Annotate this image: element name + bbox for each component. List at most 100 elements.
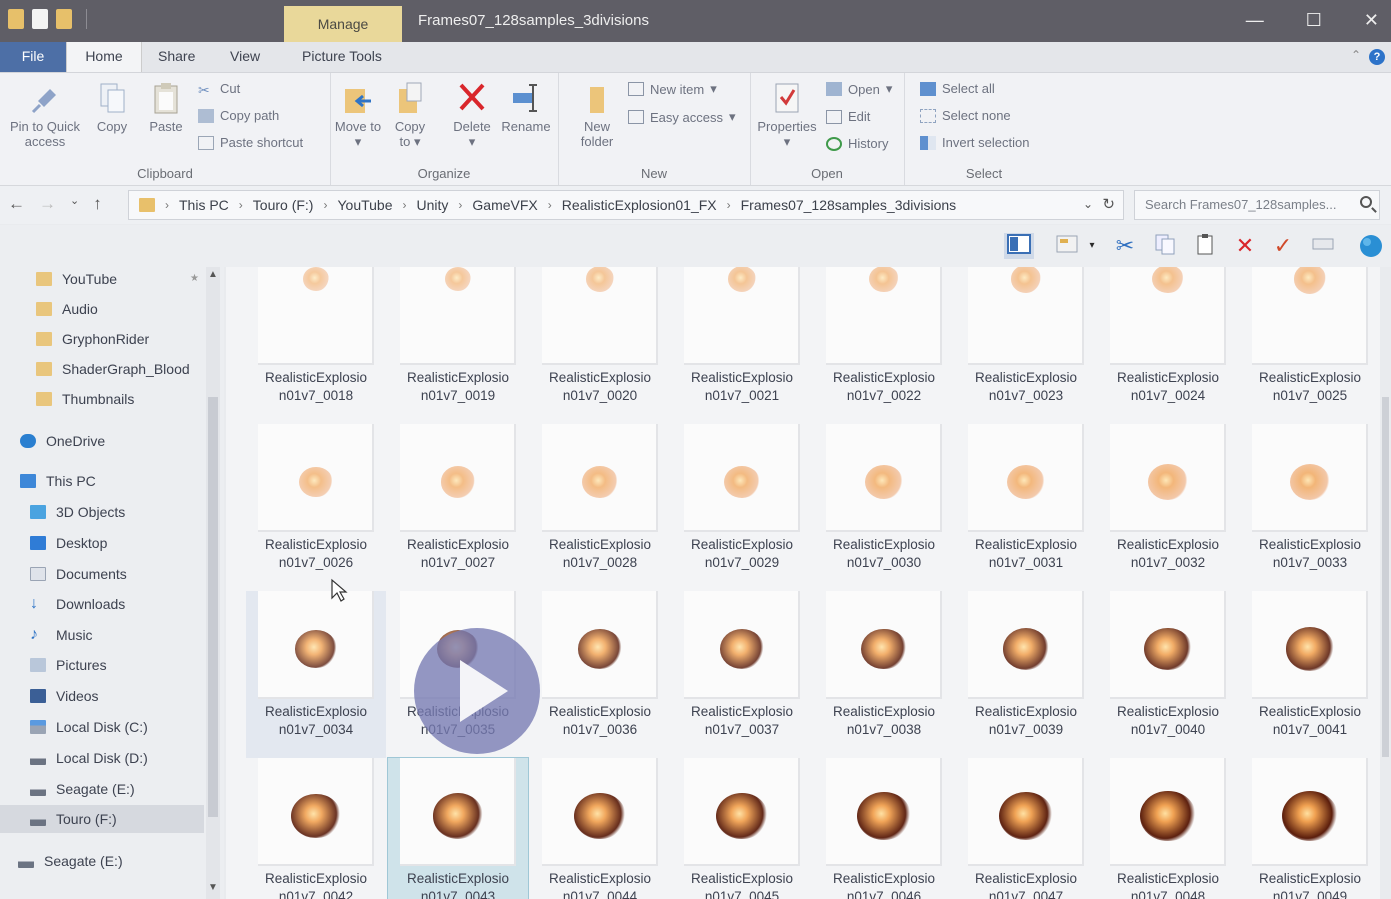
file-tile[interactable]: RealisticExplosio n01v7_0038 <box>814 591 954 758</box>
chevron-up-icon[interactable]: ⌃ <box>1351 48 1361 62</box>
chevron-right-icon[interactable]: › <box>403 198 407 212</box>
folder-icon[interactable] <box>8 9 24 29</box>
file-tile[interactable]: RealisticExplosio n01v7_0044 <box>530 758 670 899</box>
preview-pane-icon[interactable] <box>1004 233 1034 259</box>
close-icon[interactable]: ✕ <box>1364 10 1379 31</box>
properties-button[interactable]: Properties ▾ <box>752 81 822 149</box>
maximize-icon[interactable]: ☐ <box>1306 10 1322 31</box>
file-tile[interactable]: RealisticExplosio n01v7_0040 <box>1098 591 1238 758</box>
history-button[interactable]: History <box>826 136 888 151</box>
move-to-button[interactable]: Move to ▾ <box>334 81 382 149</box>
breadcrumb-gamevfx[interactable]: GameVFX <box>472 197 537 213</box>
breadcrumb-unity[interactable]: Unity <box>417 197 449 213</box>
file-tile[interactable]: RealisticExplosio n01v7_0030 <box>814 424 954 591</box>
nav-item-pictures[interactable]: Pictures <box>0 651 234 679</box>
paste-shortcut-button[interactable]: Paste shortcut <box>198 135 303 150</box>
file-tile[interactable]: RealisticExplosio n01v7_0047 <box>956 758 1096 899</box>
chevron-down-icon[interactable]: ▼ <box>208 882 218 893</box>
scrollbar-thumb[interactable] <box>1382 397 1389 757</box>
properties-icon[interactable] <box>32 9 48 29</box>
breadcrumb-frames[interactable]: Frames07_128samples_3divisions <box>741 197 957 213</box>
nav-item-desktop[interactable]: Desktop <box>0 529 234 557</box>
chevron-down-icon[interactable]: ⌄ <box>1083 197 1093 211</box>
paste-button[interactable]: Paste <box>144 81 188 134</box>
invert-selection-button[interactable]: Invert selection <box>920 135 1029 150</box>
nav-item-this-pc[interactable]: This PC <box>0 467 224 495</box>
back-arrow-icon[interactable]: ← <box>8 194 25 214</box>
address-bar[interactable]: › This PC › Touro (F:) › YouTube › Unity… <box>128 190 1124 220</box>
up-arrow-icon[interactable]: ↑ <box>93 194 102 214</box>
breadcrumb-realistic-explosion[interactable]: RealisticExplosion01_FX <box>562 197 717 213</box>
file-tile[interactable]: RealisticExplosio n01v7_0036 <box>530 591 670 758</box>
globe-icon[interactable] <box>1356 233 1386 259</box>
pin-icon[interactable]: ★ <box>190 273 199 284</box>
file-tile[interactable]: RealisticExplosio n01v7_0041 <box>1240 591 1380 758</box>
search-icon[interactable] <box>1360 196 1372 208</box>
breadcrumb-this-pc[interactable]: This PC <box>179 197 229 213</box>
file-tile[interactable]: RealisticExplosio n01v7_0029 <box>672 424 812 591</box>
tab-home[interactable]: Home <box>66 42 142 72</box>
new-item-button[interactable]: New item ▾ <box>628 81 717 97</box>
file-tile[interactable]: RealisticExplosio n01v7_0046 <box>814 758 954 899</box>
play-button[interactable] <box>414 628 540 754</box>
chevron-up-icon[interactable]: ▲ <box>208 269 218 280</box>
layout-icon[interactable] <box>1052 233 1082 259</box>
delete-icon[interactable]: ✕ <box>1230 233 1260 259</box>
file-tile[interactable]: RealisticExplosio n01v7_0039 <box>956 591 1096 758</box>
tab-picture-tools[interactable]: Picture Tools <box>302 42 382 72</box>
nav-item-thumbnails[interactable]: Thumbnails <box>0 385 240 413</box>
chevron-right-icon[interactable]: › <box>727 198 731 212</box>
file-tile[interactable]: RealisticExplosio n01v7_0034 <box>246 591 386 758</box>
paste-icon[interactable] <box>1190 233 1220 259</box>
cut-button[interactable]: ✂ Cut <box>198 81 240 98</box>
nav-item-onedrive[interactable]: OneDrive <box>0 427 224 455</box>
scrollbar-thumb[interactable] <box>208 397 218 817</box>
chevron-right-icon[interactable]: › <box>548 198 552 212</box>
scissors-icon[interactable]: ✂ <box>1110 233 1140 259</box>
easy-access-button[interactable]: Easy access ▾ <box>628 109 736 125</box>
copy-path-button[interactable]: Copy path <box>198 108 279 123</box>
search-input[interactable]: Search Frames07_128samples... <box>1134 190 1380 220</box>
rename-button[interactable]: Rename <box>500 81 552 134</box>
new-folder-icon[interactable] <box>56 9 72 29</box>
chevron-right-icon[interactable]: › <box>165 198 169 212</box>
new-folder-button[interactable]: New folder <box>572 81 622 149</box>
file-tile[interactable]: RealisticExplosio n01v7_0018 <box>246 267 386 424</box>
help-icon[interactable]: ? <box>1369 49 1385 65</box>
nav-item-local-disk-c[interactable]: Local Disk (C:) <box>0 713 234 741</box>
open-button[interactable]: Open ▾ <box>826 81 892 97</box>
nav-item-seagate-e[interactable]: Seagate (E:) <box>0 775 234 803</box>
file-tile[interactable]: RealisticExplosio n01v7_0028 <box>530 424 670 591</box>
nav-item-videos[interactable]: Videos <box>0 682 234 710</box>
recent-locations-icon[interactable]: ⌄ <box>70 194 79 214</box>
edit-button[interactable]: Edit <box>826 109 870 124</box>
file-tile[interactable]: RealisticExplosio n01v7_0026 <box>246 424 386 591</box>
file-tile[interactable]: RealisticExplosio n01v7_0031 <box>956 424 1096 591</box>
chevron-down-icon[interactable]: ▾ <box>1084 233 1100 259</box>
file-tile[interactable]: RealisticExplosio n01v7_0045 <box>672 758 812 899</box>
copy-to-button[interactable]: Copy to ▾ <box>388 81 432 149</box>
file-tile[interactable]: RealisticExplosio n01v7_0048 <box>1098 758 1238 899</box>
nav-item-touro-f[interactable]: Touro (F:) <box>0 805 204 833</box>
file-tile[interactable]: RealisticExplosio n01v7_0022 <box>814 267 954 424</box>
file-tile[interactable]: RealisticExplosio n01v7_0027 <box>388 424 528 591</box>
rename-icon[interactable] <box>1308 233 1338 259</box>
file-tile[interactable]: RealisticExplosio n01v7_0019 <box>388 267 528 424</box>
nav-item-documents[interactable]: Documents <box>0 560 234 588</box>
file-tile[interactable]: RealisticExplosio n01v7_0033 <box>1240 424 1380 591</box>
file-tile[interactable]: RealisticExplosio n01v7_0037 <box>672 591 812 758</box>
navigation-scrollbar[interactable]: ▲ ▼ <box>206 267 220 899</box>
minimize-icon[interactable]: — <box>1246 10 1264 31</box>
tab-view[interactable]: View <box>230 42 260 72</box>
file-tile[interactable]: RealisticExplosio n01v7_0043 <box>387 757 529 899</box>
forward-arrow-icon[interactable]: → <box>39 194 56 214</box>
file-tile[interactable]: RealisticExplosio n01v7_0042 <box>246 758 386 899</box>
tab-share[interactable]: Share <box>158 42 195 72</box>
chevron-right-icon[interactable]: › <box>239 198 243 212</box>
breadcrumb-youtube[interactable]: YouTube <box>337 197 392 213</box>
file-tile[interactable]: RealisticExplosio n01v7_0049 <box>1240 758 1380 899</box>
checkmark-icon[interactable]: ✓ <box>1268 233 1298 259</box>
refresh-icon[interactable]: ↻ <box>1102 195 1115 213</box>
file-tile[interactable]: RealisticExplosio n01v7_0020 <box>530 267 670 424</box>
nav-item-music[interactable]: ♪ Music <box>0 621 234 649</box>
